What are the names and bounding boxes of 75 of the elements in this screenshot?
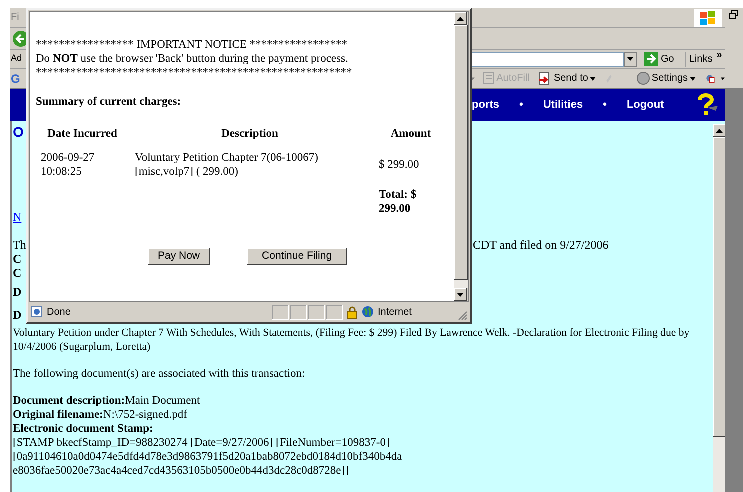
docket-text: Voluntary Petition under Chapter 7 With Schedules, With Statements, (Filing Fee: $ 299) Filed By Lawrence Welk. -Declaration for Electronic Filing due by 10/4/2006 (Sugarplum, Loretta) [13,326,691,354]
caret-icon [690,76,696,80]
google-label: G [10,70,21,88]
status-text: Done [47,306,72,320]
status-pane [272,304,289,320]
scrollbar[interactable] [713,124,726,492]
field-label: Document description: [13,394,126,408]
table-cell-text: 2006-09-27 10:08:25 [40,151,96,179]
field-label: Electronic document Stamp: [13,422,154,436]
caret-icon[interactable] [470,76,475,80]
caret-icon [590,76,596,80]
scroll-up-button[interactable] [454,12,467,25]
table-cell-text: Voluntary Petition Chapter 7(06-10067) [misc,volp7] ( 299.00) [134,151,320,179]
toolbar-button[interactable]: Send to [538,71,596,86]
text-fragment: D [13,308,23,322]
go-button[interactable]: Go [642,50,676,68]
circle-icon [636,72,650,85]
scroll-up-button[interactable] [713,124,726,137]
pay-now-button[interactable]: Pay Now [148,248,210,265]
nav-separator: • [520,98,524,113]
associated-text: The following document(s) are associated with this transaction: [13,367,306,381]
column-header: Amount [390,127,432,141]
table-cell-text: $ 299.00 [378,158,420,172]
nav-separator: • [603,98,607,113]
arrow-icon [644,52,658,66]
text-fragment: D [13,285,23,299]
column-header: Date Incurred [48,127,118,141]
restore-icon[interactable] [729,10,739,20]
text-fragment: C [13,266,23,280]
filed-text: CDT and filed on 9/27/2006 [473,238,609,252]
caret-icon[interactable] [721,76,725,80]
stamp-line: [STAMP bkecfStamp_ID=988230274 [Date=9/27/2006] [FileNumber=109837-0] [13,436,391,450]
down-arrow-icon [457,292,464,296]
continue-button[interactable]: Continue Filing [247,248,348,265]
form-icon [482,72,495,85]
stamp-line: e8036fae50020e73ac4a4ced7cd43563105b0500e0b44d3dc28c0d8728e]] [13,464,350,478]
up-arrow-icon [716,128,723,132]
address-label: Ad [10,52,24,66]
scroll-down-button[interactable] [454,288,467,301]
column-header: Description [222,127,278,141]
zone-text: Internet [378,306,412,320]
chevron-button[interactable]: » [716,51,722,61]
nav-link[interactable]: Logout [626,96,664,114]
caret-icon [627,57,634,61]
text-fragment: Th [13,238,27,252]
notice-rule: ******************************************************* [36,66,354,80]
up-arrow-icon [457,16,464,20]
notice-title: ***************** IMPORTANT NOTICE ***************** [36,38,349,52]
links-menu[interactable]: Links [685,52,713,66]
text-fragment: O [13,125,25,139]
scroll-track [454,280,468,288]
globe-icon [362,306,374,318]
lock-icon [347,306,358,318]
status-pane [326,304,343,320]
settings-button[interactable]: Settings [636,71,696,86]
text-fragment: C [13,252,23,266]
link[interactable]: N [13,210,27,224]
windows-logo-icon [694,8,722,26]
notice-text: Do NOT use the browser 'Back' button during the payment process. [36,52,350,66]
status-pane [290,304,307,320]
nav-link[interactable]: Utilities [543,96,584,114]
address-dropdown-button[interactable] [624,52,637,66]
page-icon [31,306,43,318]
scroll-thumb[interactable] [713,137,726,437]
address-field[interactable] [472,52,624,66]
total-cell-text: Total: $ 299.00 [378,188,418,216]
nav-link[interactable]: ports [472,96,500,114]
field-value: Main Document [125,394,200,408]
summary-heading: Summary of current charges: [36,95,182,109]
field-label: Original filename: [13,408,104,422]
back-arrow-icon[interactable] [12,30,26,48]
stamp-line: [0a91104610a0d0474e5dfd4d78e3d9863791f5d20a1bab8072ebd0184d10bf340b4da [13,450,404,464]
status-pane [308,304,325,320]
resize-grip-icon[interactable] [458,311,468,321]
field-value: N:\752-signed.pdf [103,408,188,422]
